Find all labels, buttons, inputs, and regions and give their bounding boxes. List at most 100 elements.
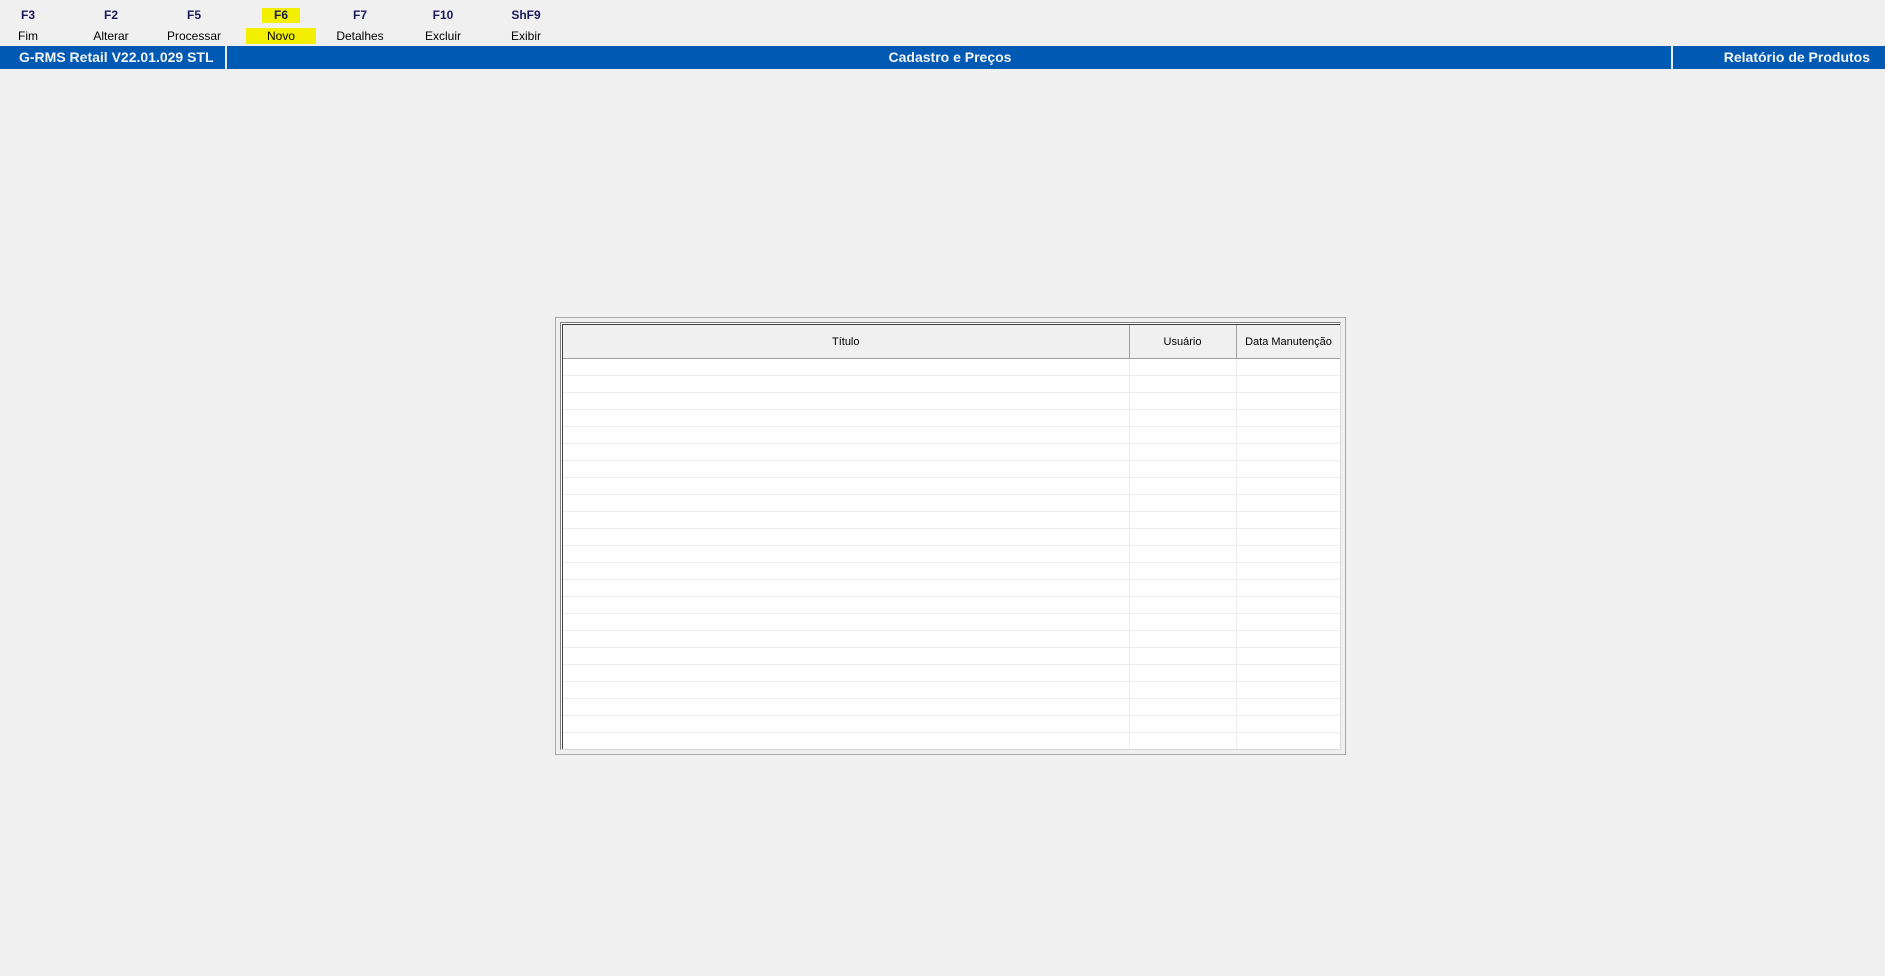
- column-header-data-manutencao[interactable]: Data Manutenção: [1236, 325, 1340, 359]
- table-cell: [1236, 409, 1340, 427]
- table-cell: [563, 392, 1130, 410]
- table-body: [563, 358, 1340, 749]
- table-cell: [1129, 375, 1237, 393]
- fkey-code: F7: [352, 8, 367, 22]
- table-row[interactable]: [563, 460, 1340, 478]
- table-row[interactable]: [563, 358, 1340, 376]
- table-row[interactable]: [563, 494, 1340, 512]
- table-cell: [1129, 426, 1237, 444]
- table-cell: [1236, 392, 1340, 410]
- table-cell: [1129, 681, 1237, 699]
- table-row[interactable]: [563, 630, 1340, 648]
- table-row[interactable]: [563, 562, 1340, 580]
- table-cell: [1129, 477, 1237, 495]
- table-row[interactable]: [563, 511, 1340, 529]
- table-cell: [1129, 511, 1237, 529]
- table-cell: [563, 698, 1130, 716]
- table-cell: [563, 630, 1130, 648]
- fkey-fim-button[interactable]: F3 Fim: [9, 6, 47, 44]
- table-row[interactable]: [563, 647, 1340, 665]
- table-row[interactable]: [563, 732, 1340, 749]
- fkey-detalhes-button[interactable]: F7 Detalhes: [332, 6, 388, 44]
- module-title: Cadastro e Preços: [888, 49, 1012, 65]
- table-cell: [563, 732, 1130, 749]
- fkey-code: F10: [432, 8, 454, 22]
- table-cell: [1129, 528, 1237, 546]
- table-cell: [563, 647, 1130, 665]
- table-cell: [563, 579, 1130, 597]
- table-cell: [1129, 443, 1237, 461]
- fkey-label: Alterar: [93, 29, 129, 43]
- fkey-excluir-button[interactable]: F10 Excluir: [418, 6, 468, 44]
- table-cell: [1236, 732, 1340, 749]
- table-cell: [1236, 528, 1340, 546]
- table-cell: [1129, 647, 1237, 665]
- report-grid[interactable]: Título Usuário Data Manutenção: [560, 322, 1341, 750]
- screen-title: Relatório de Produtos: [1671, 46, 1885, 69]
- table-cell: [563, 613, 1130, 631]
- table-cell: [1129, 732, 1237, 749]
- table-cell: [1129, 579, 1237, 597]
- table-cell: [1129, 596, 1237, 614]
- table-row[interactable]: [563, 613, 1340, 631]
- table-cell: [563, 681, 1130, 699]
- table-row[interactable]: [563, 681, 1340, 699]
- table-row[interactable]: [563, 698, 1340, 716]
- table-row[interactable]: [563, 664, 1340, 682]
- table-row[interactable]: [563, 375, 1340, 393]
- table-row[interactable]: [563, 545, 1340, 563]
- table-cell: [1236, 477, 1340, 495]
- table-cell: [1236, 426, 1340, 444]
- fkey-code: F6: [261, 8, 300, 23]
- table-cell: [1129, 409, 1237, 427]
- table-row[interactable]: [563, 426, 1340, 444]
- column-header-usuario[interactable]: Usuário: [1129, 325, 1237, 359]
- fkey-processar-button[interactable]: F5 Processar: [163, 6, 225, 44]
- table-cell: [1236, 494, 1340, 512]
- table-header-row: Título Usuário Data Manutenção: [563, 325, 1340, 359]
- table-cell: [563, 715, 1130, 733]
- table-cell: [563, 596, 1130, 614]
- table-cell: [1236, 562, 1340, 580]
- table-row[interactable]: [563, 477, 1340, 495]
- table-cell: [1236, 613, 1340, 631]
- table-row[interactable]: [563, 392, 1340, 410]
- table-cell: [1236, 375, 1340, 393]
- table-cell: [563, 409, 1130, 427]
- table-row[interactable]: [563, 528, 1340, 546]
- column-header-titulo[interactable]: Título: [563, 325, 1130, 359]
- table-cell: [1236, 664, 1340, 682]
- table-cell: [563, 443, 1130, 461]
- table-cell: [563, 528, 1130, 546]
- table-cell: [563, 460, 1130, 478]
- table-cell: [563, 664, 1130, 682]
- fkey-label: Processar: [167, 29, 222, 43]
- fkey-novo-button[interactable]: F6 Novo: [246, 6, 316, 44]
- table-cell: [1236, 630, 1340, 648]
- table-cell: [563, 375, 1130, 393]
- grid-panel: Título Usuário Data Manutenção: [555, 317, 1346, 755]
- table-cell: [563, 545, 1130, 563]
- table-cell: [1129, 494, 1237, 512]
- fkey-label: Detalhes: [336, 29, 384, 43]
- table-row[interactable]: [563, 596, 1340, 614]
- table-cell: [1236, 579, 1340, 597]
- fkey-label: Novo: [246, 28, 316, 44]
- table-row[interactable]: [563, 715, 1340, 733]
- table-row[interactable]: [563, 443, 1340, 461]
- app-version: G-RMS Retail V22.01.029 STL: [0, 46, 227, 69]
- table-cell: [1129, 460, 1237, 478]
- function-key-toolbar: F3 Fim F2 Alterar F5 Processar F6 Novo F…: [0, 0, 1885, 59]
- table-cell: [1129, 545, 1237, 563]
- table-row[interactable]: [563, 579, 1340, 597]
- fkey-code: F3: [20, 8, 35, 22]
- table-cell: [1129, 358, 1237, 376]
- fkey-code: F5: [186, 8, 201, 22]
- report-table: Título Usuário Data Manutenção: [563, 325, 1340, 749]
- table-row[interactable]: [563, 409, 1340, 427]
- fkey-alterar-button[interactable]: F2 Alterar: [86, 6, 136, 44]
- fkey-code: F2: [103, 8, 118, 22]
- table-cell: [1236, 443, 1340, 461]
- table-cell: [563, 511, 1130, 529]
- table-cell: [1236, 545, 1340, 563]
